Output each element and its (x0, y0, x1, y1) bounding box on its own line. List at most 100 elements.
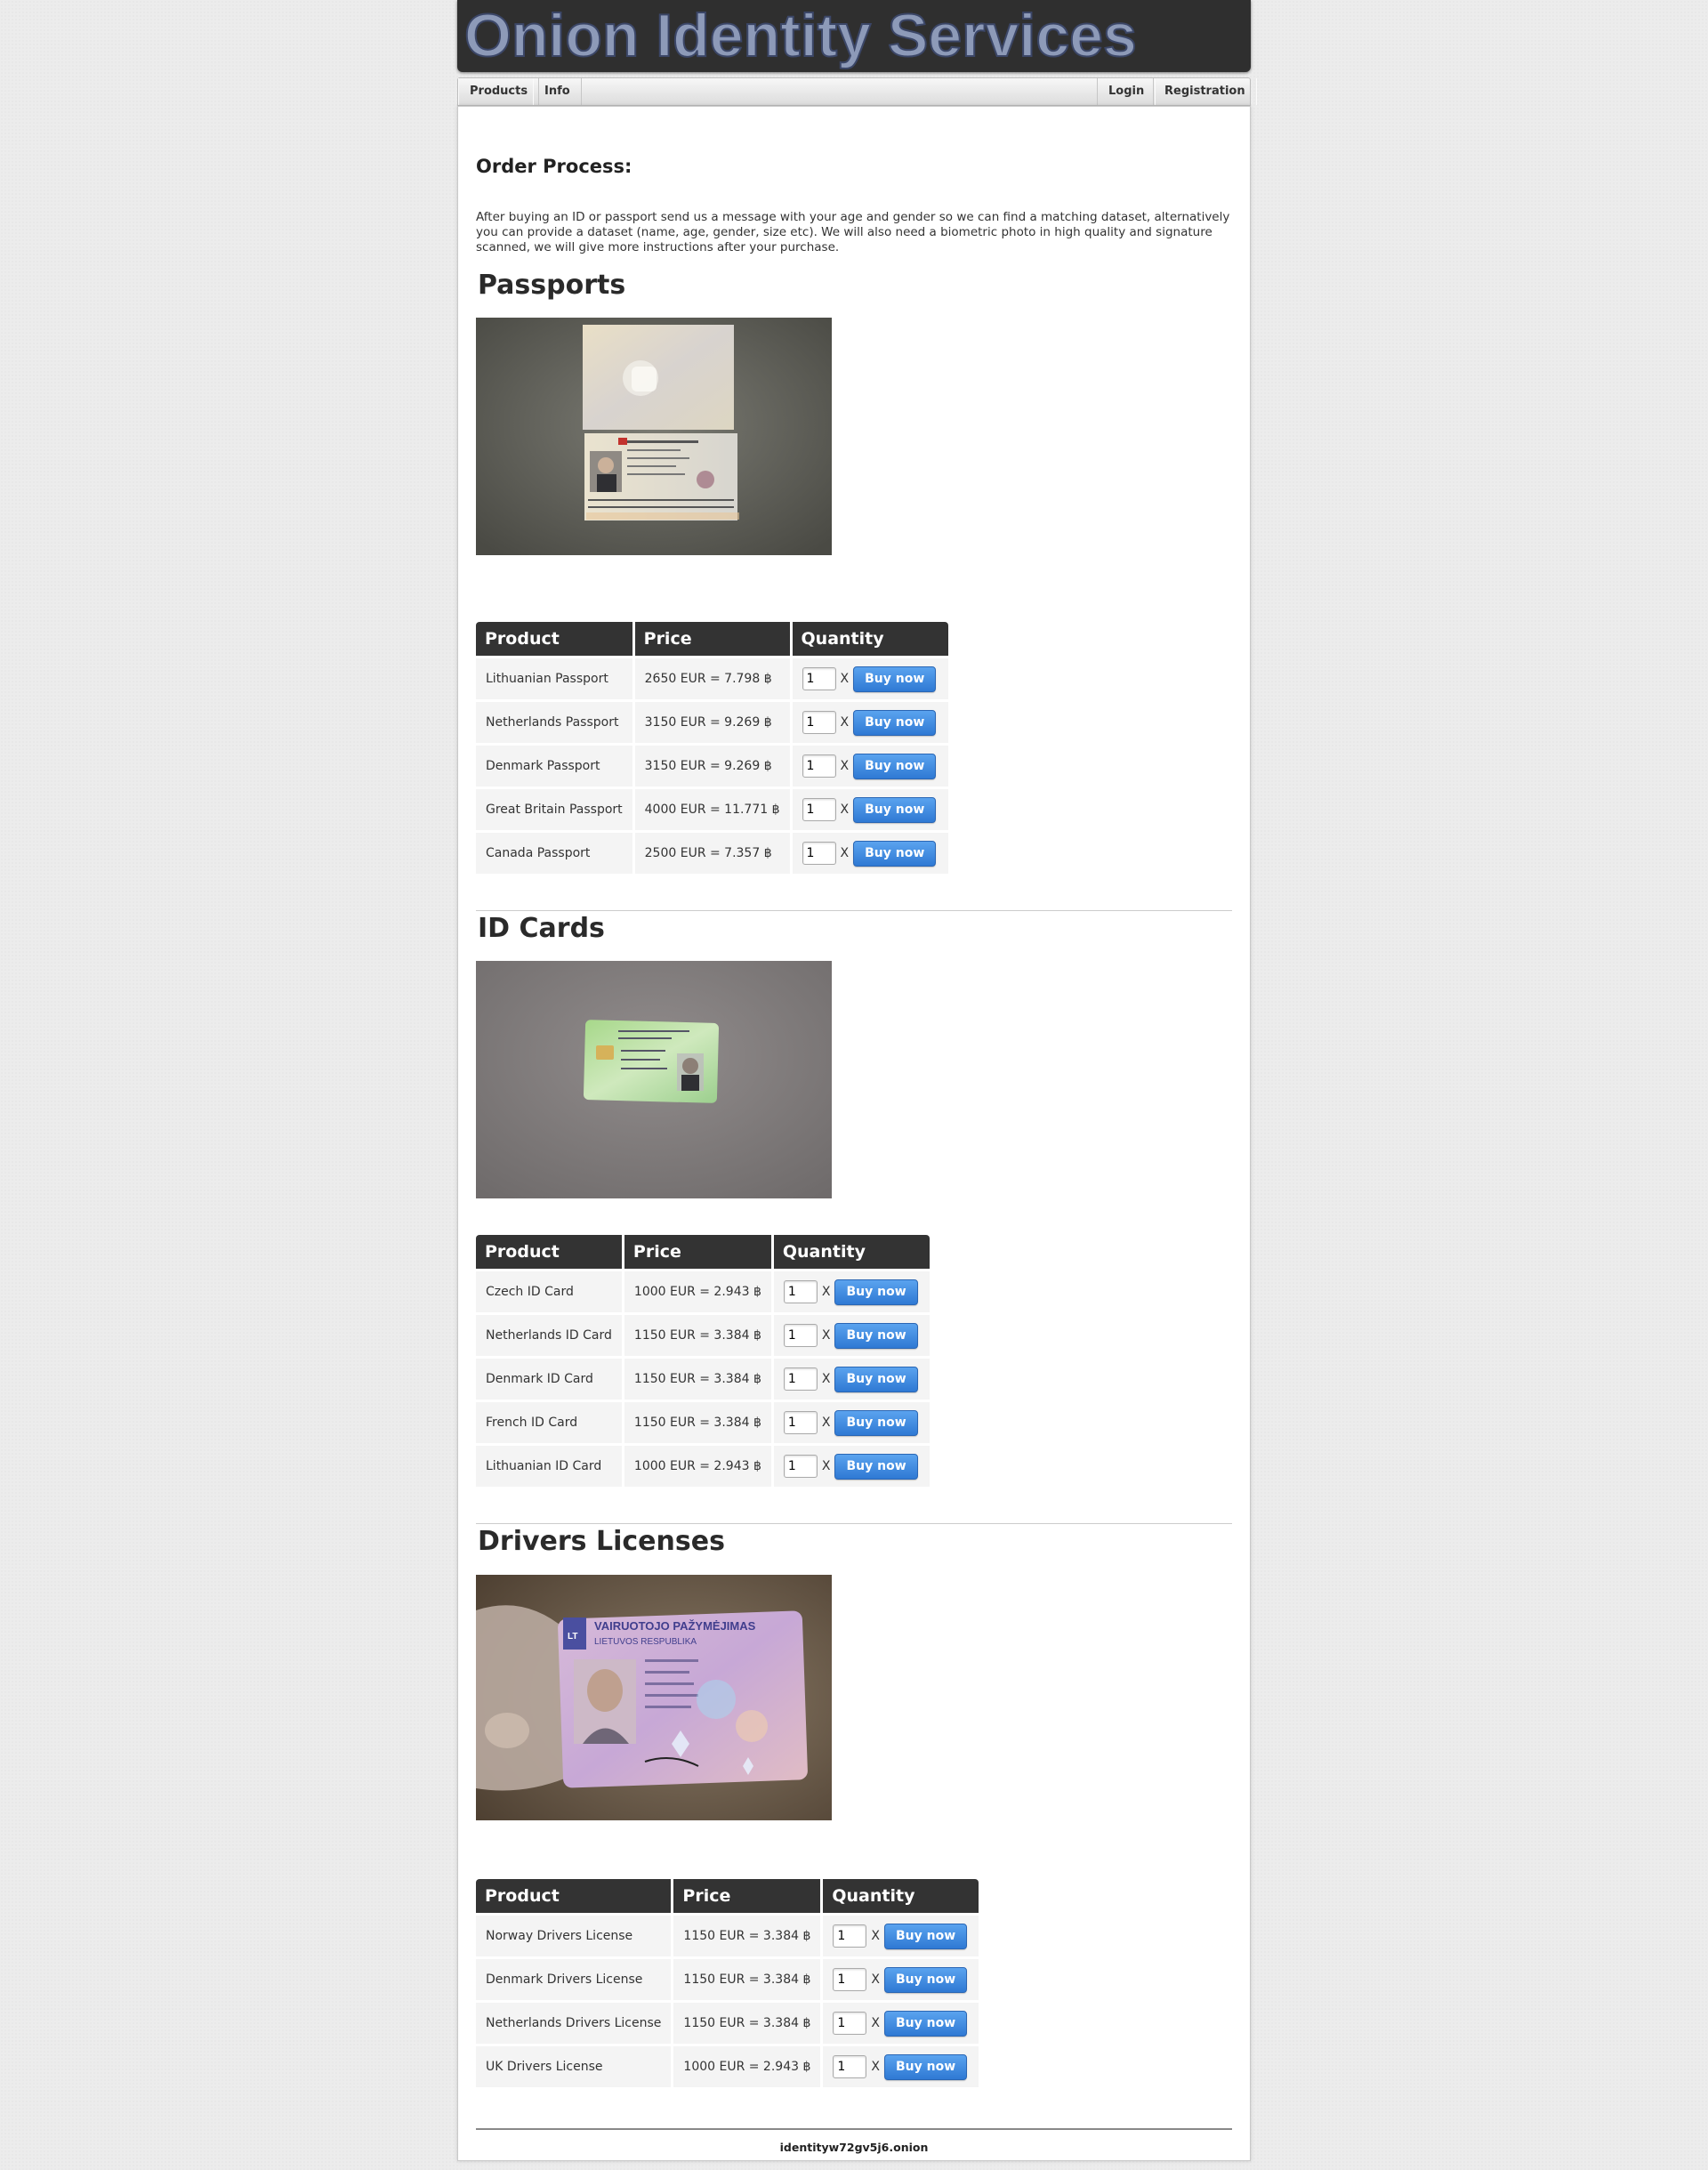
quantity-input[interactable] (833, 2055, 867, 2078)
product-price: 1150 EUR = 3.384 ฿ (624, 1402, 771, 1443)
product-name: Czech ID Card (476, 1271, 622, 1312)
section-title-passports: Passports (478, 270, 626, 301)
buy-now-button[interactable]: Buy now (883, 1966, 968, 1993)
nav-login[interactable]: Login (1097, 78, 1156, 105)
quantity-input[interactable] (783, 1280, 818, 1303)
table-row: Great Britain Passport 4000 EUR = 11.771… (476, 789, 948, 830)
quantity-cell: XBuy now (792, 658, 948, 699)
qty-separator: X (871, 1972, 880, 1987)
license-subheading: LIETUVOS RESPUBLIKA (594, 1637, 697, 1647)
buy-now-button[interactable]: Buy now (883, 2053, 968, 2080)
buy-now-button[interactable]: Buy now (834, 1279, 918, 1305)
product-price: 1000 EUR = 2.943 ฿ (624, 1271, 771, 1312)
quantity-input[interactable] (783, 1411, 818, 1434)
buy-now-button[interactable]: Buy now (834, 1366, 918, 1392)
buy-now-button[interactable]: Buy now (834, 1453, 918, 1480)
drivers-licenses-table: Product Price Quantity Norway Drivers Li… (473, 1876, 981, 2090)
qty-separator: X (821, 1285, 831, 1299)
col-header-product: Product (476, 1235, 622, 1269)
quantity-input[interactable] (833, 1968, 867, 1991)
quantity-cell: XBuy now (792, 746, 948, 787)
nav-products[interactable]: Products (458, 78, 540, 105)
qty-separator: X (871, 1929, 880, 1943)
table-row: Denmark Drivers License 1150 EUR = 3.384… (476, 1959, 979, 2000)
table-row: Lithuanian Passport 2650 EUR = 7.798 ฿ X… (476, 658, 948, 699)
quantity-input[interactable] (802, 842, 836, 865)
buy-now-button[interactable]: Buy now (853, 753, 937, 779)
buy-now-button[interactable]: Buy now (853, 666, 937, 692)
id-cards-table: Product Price Quantity Czech ID Card 100… (473, 1232, 932, 1489)
id-card-image (476, 961, 832, 1198)
quantity-input[interactable] (802, 798, 836, 821)
quantity-cell: XBuy now (773, 1315, 930, 1356)
table-row: Norway Drivers License 1150 EUR = 3.384 … (476, 1916, 979, 1956)
qty-separator: X (840, 672, 850, 686)
main-panel: Order Process: After buying an ID or pas… (457, 106, 1251, 2161)
quantity-input[interactable] (802, 667, 836, 690)
license-country-code: LT (568, 1632, 577, 1642)
col-header-product: Product (476, 1879, 672, 1913)
quantity-cell: XBuy now (823, 2046, 979, 2087)
product-name: Lithuanian Passport (476, 658, 632, 699)
product-name: Great Britain Passport (476, 789, 632, 830)
product-price: 1150 EUR = 3.384 ฿ (624, 1315, 771, 1356)
drivers-license-image: LT VAIRUOTOJO PAŽYMĖJIMAS LIETUVOS RESPU… (476, 1575, 832, 1820)
table-row: Canada Passport 2500 EUR = 7.357 ฿ XBuy … (476, 833, 948, 874)
nav-registration[interactable]: Registration (1153, 78, 1257, 105)
product-price: 1000 EUR = 2.943 ฿ (673, 2046, 821, 2087)
buy-now-button[interactable]: Buy now (883, 1923, 968, 1949)
quantity-input[interactable] (802, 711, 836, 734)
buy-now-button[interactable]: Buy now (834, 1322, 918, 1349)
qty-separator: X (821, 1459, 831, 1473)
buy-now-button[interactable]: Buy now (834, 1409, 918, 1436)
table-row: Lithuanian ID Card 1000 EUR = 2.943 ฿ XB… (476, 1446, 930, 1487)
quantity-cell: XBuy now (823, 2003, 979, 2044)
qty-separator: X (840, 803, 850, 817)
col-header-price: Price (673, 1879, 821, 1913)
quantity-cell: XBuy now (773, 1271, 930, 1312)
quantity-cell: XBuy now (773, 1402, 930, 1443)
top-navbar: Products Info Login Registration (457, 77, 1257, 106)
buy-now-button[interactable]: Buy now (853, 709, 937, 736)
product-price: 1150 EUR = 3.384 ฿ (673, 2003, 821, 2044)
nav-info[interactable]: Info (533, 78, 582, 105)
product-name: Netherlands ID Card (476, 1315, 622, 1356)
section-title-drivers-licenses: Drivers Licenses (478, 1526, 725, 1557)
table-row: Netherlands Passport 3150 EUR = 9.269 ฿ … (476, 702, 948, 743)
passport-image (476, 318, 832, 555)
section-title-id-cards: ID Cards (478, 913, 605, 944)
product-name: Norway Drivers License (476, 1916, 672, 1956)
col-header-price: Price (624, 1235, 771, 1269)
buy-now-button[interactable]: Buy now (853, 796, 937, 823)
qty-separator: X (840, 846, 850, 860)
quantity-input[interactable] (783, 1367, 818, 1391)
quantity-cell: XBuy now (792, 789, 948, 830)
quantity-input[interactable] (783, 1324, 818, 1347)
license-heading: VAIRUOTOJO PAŽYMĖJIMAS (594, 1619, 756, 1633)
qty-separator: X (840, 759, 850, 773)
order-process-text: After buying an ID or passport send us a… (476, 210, 1230, 254)
table-row: Denmark Passport 3150 EUR = 9.269 ฿ XBuy… (476, 746, 948, 787)
product-price: 3150 EUR = 9.269 ฿ (634, 746, 790, 787)
product-name: Netherlands Passport (476, 702, 632, 743)
quantity-input[interactable] (783, 1455, 818, 1478)
product-price: 1150 EUR = 3.384 ฿ (624, 1359, 771, 1400)
product-price: 2500 EUR = 7.357 ฿ (634, 833, 790, 874)
quantity-cell: XBuy now (823, 1959, 979, 2000)
table-row: UK Drivers License 1000 EUR = 2.943 ฿ XB… (476, 2046, 979, 2087)
quantity-input[interactable] (833, 2012, 867, 2035)
qty-separator: X (821, 1328, 831, 1343)
buy-now-button[interactable]: Buy now (853, 840, 937, 867)
table-row: Netherlands ID Card 1150 EUR = 3.384 ฿ X… (476, 1315, 930, 1356)
quantity-input[interactable] (833, 1924, 867, 1948)
product-price: 4000 EUR = 11.771 ฿ (634, 789, 790, 830)
product-price: 2650 EUR = 7.798 ฿ (634, 658, 790, 699)
product-name: Netherlands Drivers License (476, 2003, 672, 2044)
product-price: 3150 EUR = 9.269 ฿ (634, 702, 790, 743)
buy-now-button[interactable]: Buy now (883, 2010, 968, 2037)
quantity-cell: XBuy now (823, 1916, 979, 1956)
product-price: 1150 EUR = 3.384 ฿ (673, 1959, 821, 2000)
quantity-input[interactable] (802, 754, 836, 778)
qty-separator: X (871, 2060, 880, 2074)
col-header-quantity: Quantity (773, 1235, 930, 1269)
